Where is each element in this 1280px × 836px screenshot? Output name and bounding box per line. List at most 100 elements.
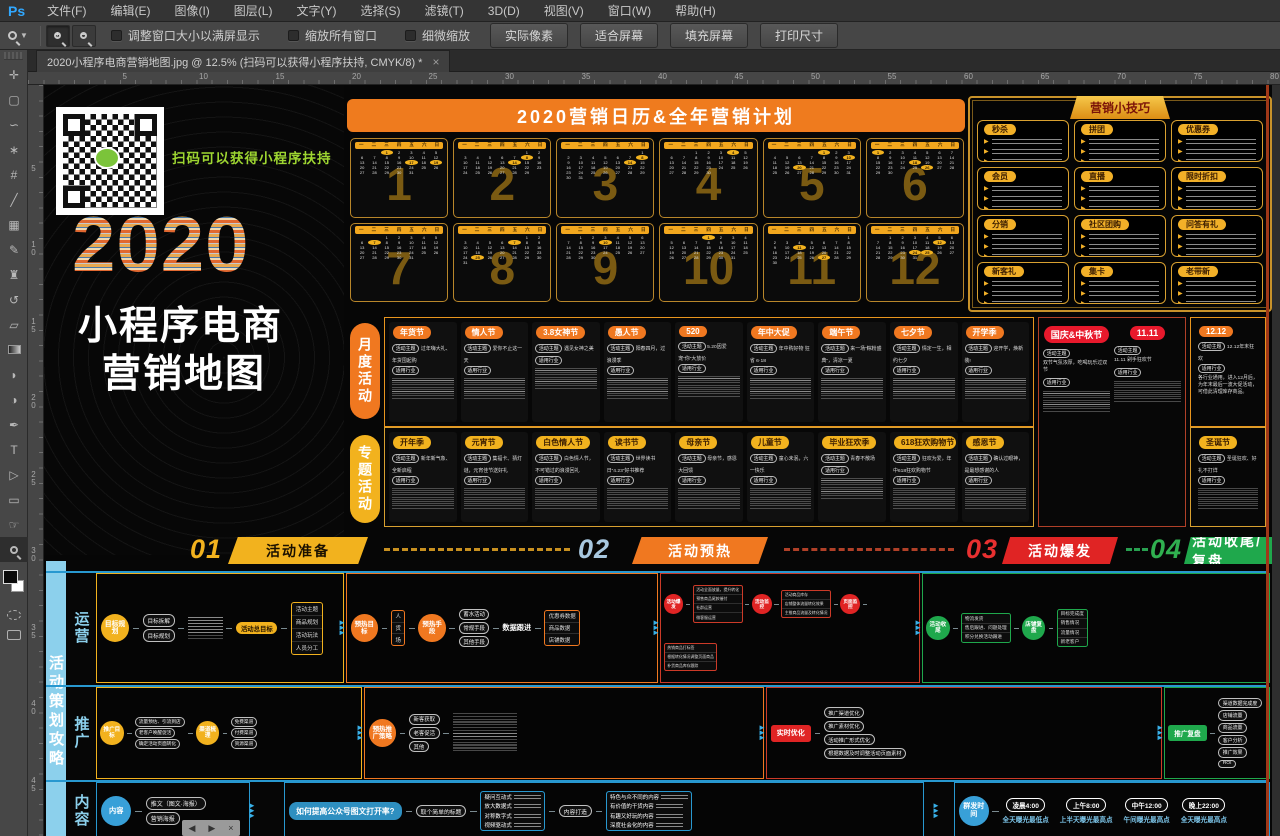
map-pill-group: 新客获取老客促活其他 bbox=[409, 714, 440, 753]
button-实际像素[interactable]: 实际像素 bbox=[490, 23, 568, 48]
menu-item-F[interactable]: 文件(F) bbox=[35, 0, 98, 22]
checkbox-box[interactable] bbox=[111, 30, 122, 41]
arrow: ► bbox=[914, 630, 922, 635]
map-pill-内容打造: 内容打造 bbox=[559, 805, 592, 818]
map-box-row: 微客服运营 bbox=[694, 613, 742, 621]
path-selection-tool[interactable]: ▷ bbox=[0, 462, 28, 487]
crop-tool[interactable]: # bbox=[0, 162, 28, 187]
menu-item-Y[interactable]: 文字(Y) bbox=[284, 0, 348, 22]
weekday: 一 bbox=[359, 142, 364, 148]
event-industry-text bbox=[750, 488, 812, 510]
menu-item-S[interactable]: 选择(S) bbox=[348, 0, 412, 22]
checkbox-label: 缩放所有窗口 bbox=[305, 27, 377, 44]
scroll-glyph[interactable]: × bbox=[228, 823, 233, 833]
checkbox-缩放所有窗口[interactable]: 缩放所有窗口 bbox=[288, 27, 377, 44]
brush-tool[interactable]: ✎ bbox=[0, 237, 28, 262]
calendar-dates: 1234567891011121314151617181920212223242… bbox=[351, 235, 447, 260]
shape-tool[interactable]: ▭ bbox=[0, 487, 28, 512]
button-打印尺寸[interactable]: 打印尺寸 bbox=[760, 23, 838, 48]
lasso-tool[interactable]: ∽ bbox=[0, 112, 28, 137]
horizontal-scroll-controls[interactable]: ◀ ▶ × bbox=[182, 820, 240, 836]
row-label-text: 有价值的干货内容 bbox=[610, 802, 654, 810]
document-canvas[interactable]: 扫码可以获得小程序扶持 2020 小程序电商 营销地图 2020营销日历&全年营… bbox=[44, 85, 1272, 836]
menu-item-L[interactable]: 图层(L) bbox=[222, 0, 285, 22]
event-name: 毕业狂欢季 bbox=[822, 436, 876, 449]
tip-bullet-text bbox=[992, 291, 1062, 297]
clone-stamp-tool[interactable]: ♜ bbox=[0, 262, 28, 287]
industry-row: 适用行业 bbox=[392, 474, 454, 486]
event-card: 520活动主题5.20因爱宠“你”大放价适用行业 bbox=[675, 322, 743, 422]
button-适合屏幕[interactable]: 适合屏幕 bbox=[580, 23, 658, 48]
event-industry-text bbox=[607, 488, 669, 510]
checkbox-调整窗口大小以满屏显示[interactable]: 调整窗口大小以满屏显示 bbox=[111, 27, 260, 44]
history-brush-tool[interactable]: ↺ bbox=[0, 287, 28, 312]
menu-item-V[interactable]: 视图(V) bbox=[532, 0, 596, 22]
blur-tool-icon: ◗ bbox=[10, 368, 17, 382]
current-tool-slot[interactable]: ▼ bbox=[0, 31, 36, 40]
document-tab[interactable]: 2020小程序电商营销地图.jpg @ 12.5% (扫码可以获得小程序扶持, … bbox=[36, 50, 450, 72]
field-label-theme: 活动主题 bbox=[464, 454, 491, 463]
tip-bullet-text bbox=[1186, 291, 1256, 297]
panel-grip[interactable] bbox=[4, 52, 23, 60]
menu-item-T[interactable]: 滤镜(T) bbox=[412, 0, 475, 22]
close-tab-icon[interactable]: × bbox=[432, 55, 439, 69]
blur-tool[interactable]: ◗ bbox=[0, 362, 28, 387]
screen-mode-icon[interactable] bbox=[7, 630, 21, 640]
tip-bullet-text bbox=[992, 186, 1062, 192]
menu-item-W[interactable]: 窗口(W) bbox=[596, 0, 663, 22]
event-industry-text bbox=[893, 378, 955, 400]
map-box: 热销商品打标签根据转化情况调整页面商品补货商品库存跟踪 bbox=[664, 643, 718, 671]
marquee-tool[interactable]: ▢ bbox=[0, 87, 28, 112]
tip-bullet: ▶ bbox=[984, 196, 1062, 202]
event-card: 白色情人节活动主题白色情人节，不可错过的浪漫回礼适用行业 bbox=[532, 432, 600, 522]
weekday: 三 bbox=[384, 227, 389, 233]
checkbox-box[interactable] bbox=[405, 30, 416, 41]
button-填充屏幕[interactable]: 填充屏幕 bbox=[670, 23, 748, 48]
menu-item-3DD[interactable]: 3D(D) bbox=[476, 0, 532, 22]
menu-item-I[interactable]: 图像(I) bbox=[162, 0, 221, 22]
eyedropper-tool[interactable]: ╱ bbox=[0, 187, 28, 212]
date-highlight: 25 bbox=[921, 250, 933, 255]
color-swatches[interactable] bbox=[0, 568, 28, 602]
weekday: 五 bbox=[925, 227, 930, 233]
weekday: 二 bbox=[475, 142, 480, 148]
event-body: 活动主题阳春四月，过浪漫季适用行业 bbox=[607, 342, 669, 400]
scroll-glyph[interactable]: ◀ bbox=[188, 823, 195, 834]
vertical-scrollbar[interactable] bbox=[1272, 85, 1280, 836]
event-industry-text: 各行业通用，进入12月后，为年末最后一波大促活动，可借此清理库存商品。 bbox=[1198, 374, 1258, 395]
move-tool[interactable]: ✛ bbox=[0, 62, 28, 87]
phase-band: 01活动准备02活动预热03活动爆发04活动收尾/复盘 bbox=[44, 531, 1272, 573]
tip-bullet: ▶ bbox=[1178, 254, 1256, 257]
menu-item-E[interactable]: 编辑(E) bbox=[98, 0, 162, 22]
menu-item-H[interactable]: 帮助(H) bbox=[663, 0, 728, 22]
date: 27 bbox=[496, 170, 508, 175]
event-industry-text bbox=[535, 488, 597, 510]
scroll-glyph[interactable]: ▶ bbox=[208, 823, 215, 834]
industry-row: 适用行业 bbox=[464, 364, 526, 376]
field-label-theme: 活动主题 bbox=[392, 344, 419, 353]
zoom-in-button[interactable]: + bbox=[46, 25, 70, 47]
field-label-industry: 适用行业 bbox=[607, 366, 634, 375]
checkbox-box[interactable] bbox=[288, 30, 299, 41]
magic-wand-tool[interactable]: ∗ bbox=[0, 137, 28, 162]
type-tool[interactable]: T bbox=[0, 437, 28, 462]
dodge-tool[interactable]: ◑ bbox=[0, 387, 28, 412]
quick-mask-icon[interactable] bbox=[7, 610, 21, 620]
field-label-industry: 适用行业 bbox=[392, 366, 419, 375]
zoom-tool[interactable] bbox=[0, 537, 28, 562]
map-box: 目标完成度销售情况流量情况新老客户 bbox=[1057, 609, 1088, 648]
eraser-tool[interactable]: ▱ bbox=[0, 312, 28, 337]
healing-brush-tool[interactable]: ▦ bbox=[0, 212, 28, 237]
ruler-mark: 30 bbox=[29, 546, 38, 562]
gradient-tool[interactable] bbox=[0, 337, 28, 362]
hand-tool[interactable]: ☞ bbox=[0, 512, 28, 537]
checkbox-细微缩放[interactable]: 细微缩放 bbox=[405, 27, 470, 44]
zoom-out-button[interactable]: − bbox=[72, 25, 96, 47]
bullet-arrow-icon: ▶ bbox=[984, 206, 989, 209]
ruler-mark: 10 bbox=[199, 72, 208, 81]
weekday: 二 bbox=[887, 142, 892, 148]
tips-panel: 营销小技巧 秒杀▶▶▶拼团▶▶▶优惠券▶▶▶会员▶▶▶直播▶▶▶限时折扣▶▶▶分… bbox=[968, 96, 1272, 312]
event-name: 520 bbox=[679, 326, 706, 337]
pen-tool[interactable]: ✒ bbox=[0, 412, 28, 437]
foreground-color-swatch[interactable] bbox=[3, 570, 18, 584]
